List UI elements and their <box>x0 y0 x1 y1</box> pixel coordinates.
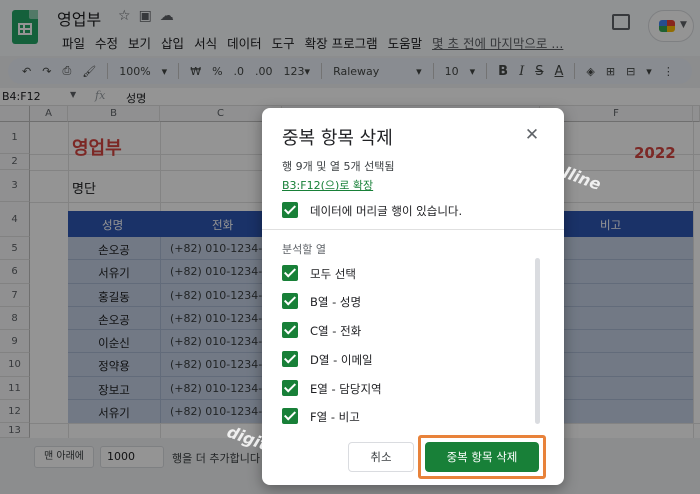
dialog-scrollbar[interactable] <box>535 258 540 424</box>
column-b-label: B열 - 성명 <box>310 295 362 309</box>
column-d-label: D열 - 이메일 <box>310 353 373 367</box>
column-c-label: C열 - 전화 <box>310 324 362 338</box>
column-f-checkbox[interactable] <box>282 408 298 424</box>
column-e-checkbox[interactable] <box>282 380 298 396</box>
selection-info: 행 9개 및 열 5개 선택됨 <box>282 160 395 173</box>
column-b-checkbox[interactable] <box>282 293 298 309</box>
select-all-label: 모두 선택 <box>310 267 356 281</box>
header-row-label: 데이터에 머리글 행이 있습니다. <box>310 204 463 218</box>
column-f-label: F열 - 비고 <box>310 410 360 424</box>
header-row-checkbox[interactable] <box>282 202 298 218</box>
remove-duplicates-button[interactable]: 중복 항목 삭제 <box>425 442 539 472</box>
expand-range-link[interactable]: B3:F12(으)로 확장 <box>282 177 373 193</box>
close-icon[interactable]: ✕ <box>522 125 542 145</box>
columns-section-label: 분석할 열 <box>282 243 326 256</box>
dialog-divider <box>262 229 564 230</box>
dialog-title: 중복 항목 삭제 <box>282 128 393 149</box>
select-all-checkbox[interactable] <box>282 265 298 281</box>
column-e-label: E열 - 담당지역 <box>310 382 382 396</box>
cancel-button[interactable]: 취소 <box>348 442 414 472</box>
column-c-checkbox[interactable] <box>282 322 298 338</box>
column-d-checkbox[interactable] <box>282 351 298 367</box>
